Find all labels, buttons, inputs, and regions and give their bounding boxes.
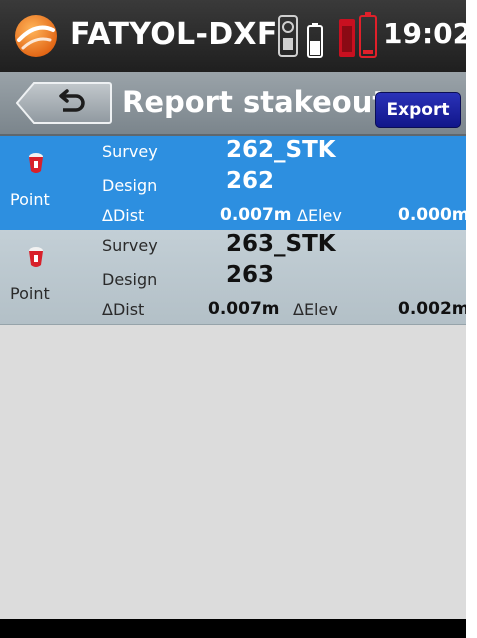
screen-margin	[466, 0, 477, 638]
delta-dist-value: 0.007m	[220, 205, 292, 225]
battery-low-icon	[359, 12, 377, 58]
device-icon	[278, 15, 298, 57]
design-value: 263	[226, 262, 275, 288]
battery-icon	[307, 23, 323, 58]
app-name: FATYOL-DXF	[70, 17, 278, 52]
app-screen: FATYOL-DXF 19:02 Report stakeout Export …	[0, 0, 466, 638]
back-button[interactable]	[16, 82, 112, 124]
delta-elev-value: 0.000m	[398, 205, 466, 225]
delta-elev-label: ΔElev	[293, 300, 338, 319]
survey-label: Survey	[102, 142, 158, 161]
point-type-label: Point	[10, 284, 50, 303]
stakeout-list: Point Survey 262_STK Design 262 ΔDist 0.…	[0, 136, 466, 325]
bottom-bar	[0, 619, 466, 638]
export-button[interactable]: Export	[375, 92, 461, 128]
survey-label: Survey	[102, 236, 158, 255]
page-title: Report stakeout	[122, 85, 387, 119]
point-marker-icon	[29, 153, 43, 173]
delta-elev-value: 0.002m	[398, 299, 466, 319]
list-item[interactable]: Point Survey 262_STK Design 262 ΔDist 0.…	[0, 136, 466, 230]
point-type-label: Point	[10, 190, 50, 209]
design-value: 262	[226, 168, 275, 194]
battery-low-icon	[339, 19, 355, 57]
clock: 19:02	[383, 17, 466, 50]
delta-dist-label: ΔDist	[102, 206, 145, 225]
status-bar: FATYOL-DXF 19:02	[0, 0, 466, 72]
delta-elev-label: ΔElev	[297, 206, 342, 225]
survey-value: 263_STK	[226, 231, 336, 257]
list-item[interactable]: Point Survey 263_STK Design 263 ΔDist 0.…	[0, 230, 466, 325]
app-logo-icon	[15, 15, 57, 57]
survey-value: 262_STK	[226, 137, 336, 163]
delta-dist-value: 0.007m	[208, 299, 280, 319]
design-label: Design	[102, 270, 158, 289]
design-label: Design	[102, 176, 158, 195]
delta-dist-label: ΔDist	[102, 300, 145, 319]
point-marker-icon	[29, 247, 43, 267]
header-bar: Report stakeout Export	[0, 72, 466, 136]
